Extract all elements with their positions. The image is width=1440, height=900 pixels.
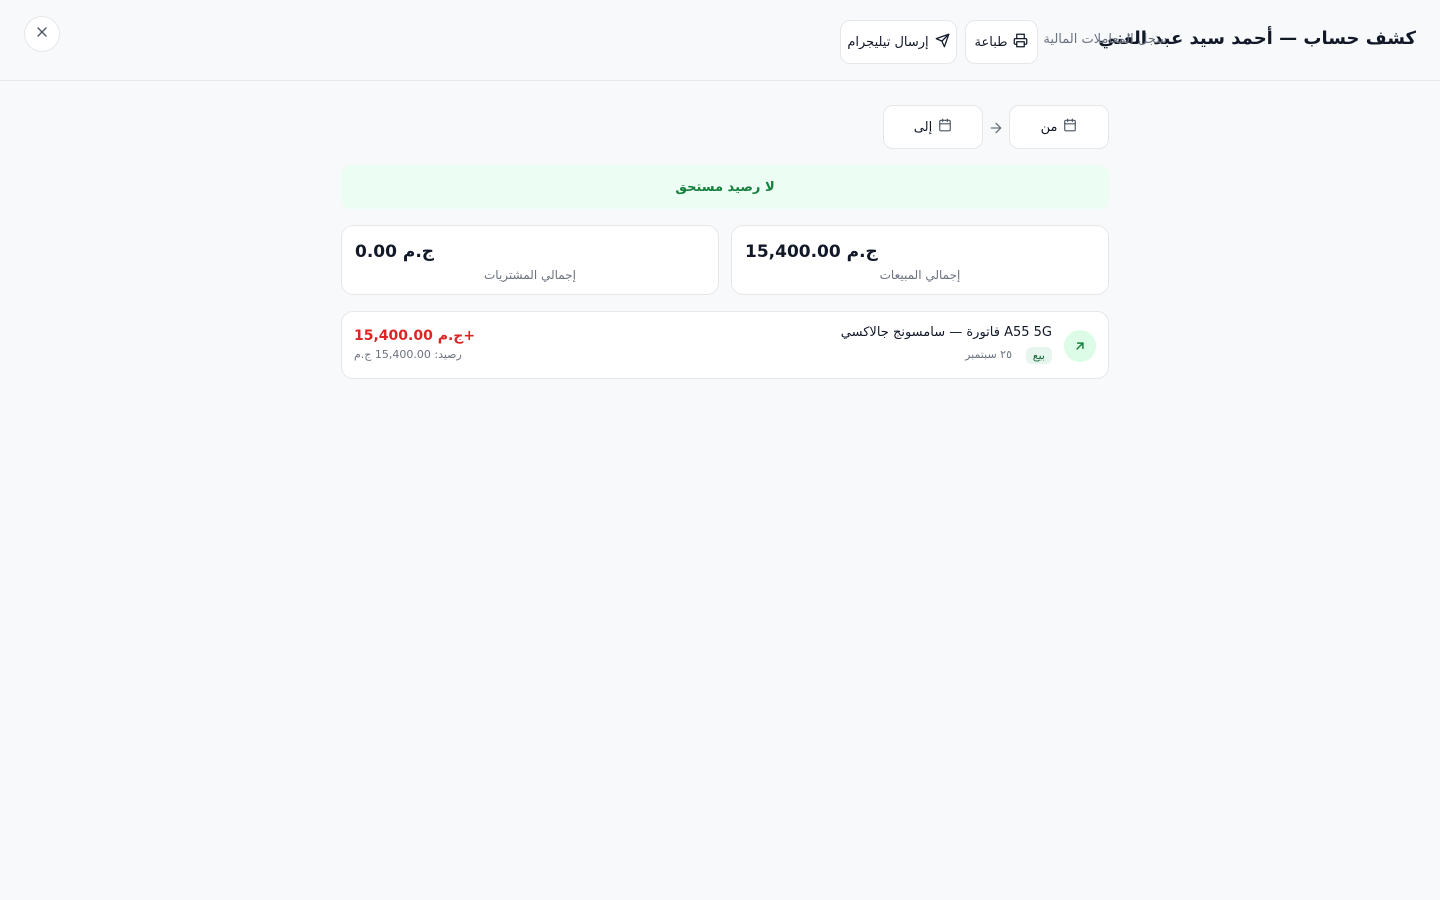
transaction-balance: رصيد: 15,400.00 ج.م [354, 348, 462, 361]
calendar-icon [1063, 118, 1077, 136]
send-icon [935, 33, 950, 52]
arrow-right-icon [988, 120, 1004, 136]
statement-header: كشف حساب — أحمد سيد عبد الغني سجل المعام… [0, 0, 1440, 81]
total-sales-value: ج.م 15,400.00 [745, 242, 878, 262]
date-to-label: إلى [913, 119, 933, 135]
arrow-up-right-icon [1064, 330, 1096, 362]
transaction-amount: ج.م 15,400.00+ [354, 328, 476, 344]
print-button-label: طباعة [974, 34, 1008, 50]
total-purchases-value: ج.م 0.00 [355, 242, 435, 262]
close-icon [34, 24, 50, 44]
date-to-picker[interactable]: إلى [883, 105, 983, 149]
print-icon [1013, 33, 1028, 52]
transaction-title: فاتورة — سامسونج جالاكسي A55 5G [840, 325, 1052, 340]
balance-status-banner: لا رصيد مستحق [341, 165, 1109, 209]
total-sales-label: إجمالي المبيعات [879, 268, 961, 282]
total-sales-card: ج.م 15,400.00 إجمالي المبيعات [731, 225, 1109, 295]
balance-status-text: لا رصيد مستحق [675, 179, 775, 195]
date-from-label: من [1040, 119, 1058, 135]
page-subtitle: سجل المعاملات المالية [1043, 32, 1167, 47]
print-button[interactable]: طباعة [965, 20, 1038, 64]
total-purchases-card: ج.م 0.00 إجمالي المشتريات [341, 225, 719, 295]
date-from-picker[interactable]: من [1009, 105, 1109, 149]
transaction-type-badge: بيع [1025, 347, 1052, 364]
transaction-date: ٢٥ سبتمبر [965, 348, 1012, 361]
transaction-row[interactable]: فاتورة — سامسونج جالاكسي A55 5G بيع ٢٥ س… [341, 311, 1109, 379]
calendar-icon [938, 118, 952, 136]
close-button[interactable] [24, 16, 60, 52]
total-purchases-label: إجمالي المشتريات [484, 268, 576, 282]
send-telegram-button[interactable]: إرسال تيليجرام [840, 20, 957, 64]
send-telegram-label: إرسال تيليجرام [847, 34, 929, 50]
